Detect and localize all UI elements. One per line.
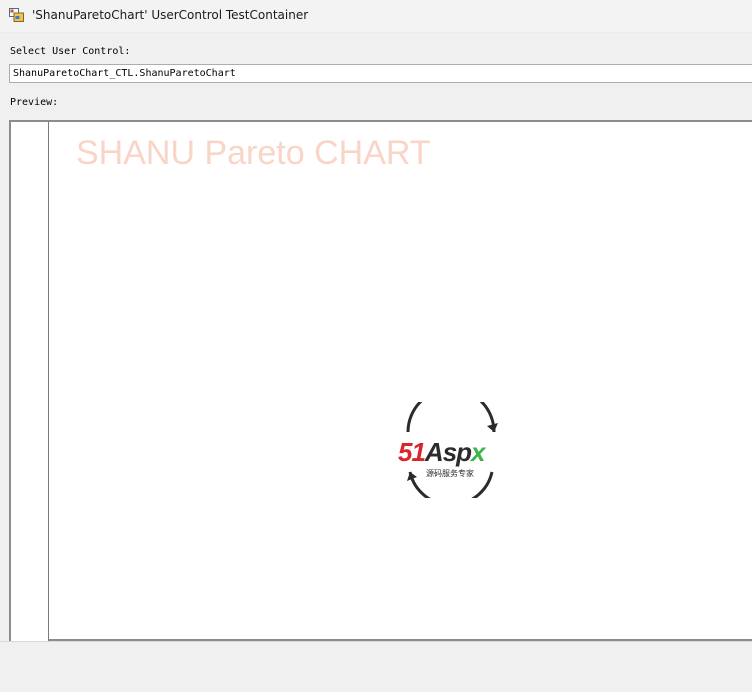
brand-logo: 51Aspx 源码服务专家: [398, 402, 498, 498]
window-title: 'ShanuParetoChart' UserControl TestConta…: [32, 8, 309, 22]
user-control-select-value: ShanuParetoChart_CTL.ShanuParetoChart: [13, 68, 236, 79]
test-container-window: 'ShanuParetoChart' UserControl TestConta…: [0, 0, 752, 692]
logo-ring-top-icon: [406, 402, 496, 433]
preview-gutter: [11, 122, 49, 641]
chart-title: SHANU Pareto CHART: [76, 134, 431, 172]
preview-panel[interactable]: SHANU Pareto CHART 51Aspx 源码服务专家: [9, 120, 752, 641]
select-user-control-label: Select User Control:: [10, 46, 131, 57]
preview-label: Preview:: [10, 97, 59, 108]
logo-slogan: 源码服务专家: [426, 468, 474, 478]
logo-mark: 51Aspx: [398, 437, 487, 467]
bottom-panel: [0, 641, 752, 692]
user-control-select[interactable]: ShanuParetoChart_CTL.ShanuParetoChart: [9, 64, 752, 83]
title-bar[interactable]: 'ShanuParetoChart' UserControl TestConta…: [0, 0, 752, 33]
app-icon: [9, 8, 24, 22]
